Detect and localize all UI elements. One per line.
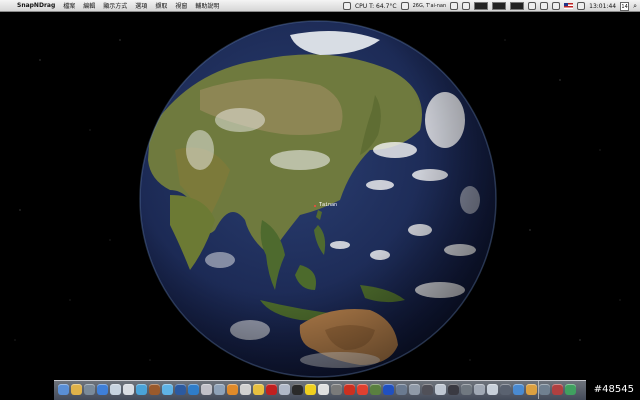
menu-help[interactable]: 輔助說明 bbox=[191, 1, 223, 10]
menu-file[interactable]: 檔案 bbox=[59, 1, 79, 10]
cpu-temp-monitor[interactable]: CPU T: 64.7°C bbox=[355, 3, 397, 10]
menu-bar: SnapNDrag 檔案 編輯 顯示方式 選項 擷取 視窗 輔助說明 CPU T… bbox=[0, 0, 640, 12]
network-graph-icon[interactable] bbox=[492, 2, 507, 10]
dock-app-icon[interactable] bbox=[162, 384, 173, 395]
menu-edit[interactable]: 編輯 bbox=[79, 1, 99, 10]
cpu-temp-value: 64.7°C bbox=[376, 2, 397, 10]
menu-view[interactable]: 顯示方式 bbox=[99, 1, 131, 10]
dock-app-icon[interactable] bbox=[565, 384, 576, 395]
dock-app-icon[interactable] bbox=[266, 384, 277, 395]
dock-app-icon[interactable] bbox=[110, 384, 121, 395]
dock-app-icon[interactable] bbox=[201, 384, 212, 395]
dock-app-icon[interactable] bbox=[409, 384, 420, 395]
dock-app-icon[interactable] bbox=[305, 384, 316, 395]
dock-app-icon[interactable] bbox=[461, 384, 472, 395]
dock-app-icon[interactable] bbox=[435, 384, 446, 395]
cpu-temp-label: CPU T: bbox=[354, 2, 375, 10]
calendar-icon[interactable]: 14 bbox=[620, 1, 630, 11]
dock-app-icon[interactable] bbox=[552, 384, 563, 395]
dock-app-icon[interactable] bbox=[240, 384, 251, 395]
dock-app-icon[interactable] bbox=[318, 384, 329, 395]
script-menu-icon[interactable] bbox=[342, 2, 351, 10]
dock-app-icon[interactable] bbox=[175, 384, 186, 395]
dock-app-icon[interactable] bbox=[123, 384, 134, 395]
dock-app-icon[interactable] bbox=[58, 384, 69, 395]
dock-app-icon[interactable] bbox=[526, 384, 537, 395]
dock-app-icon[interactable] bbox=[448, 384, 459, 395]
dock-app-icon[interactable] bbox=[487, 384, 498, 395]
volume-icon[interactable] bbox=[552, 2, 561, 10]
wifi-icon[interactable] bbox=[540, 2, 549, 10]
dock-app-icon[interactable] bbox=[396, 384, 407, 395]
menu-window[interactable]: 視窗 bbox=[171, 1, 191, 10]
menu-items: SnapNDrag 檔案 編輯 顯示方式 選項 擷取 視窗 輔助說明 bbox=[13, 1, 223, 10]
location-label: Tainan bbox=[319, 202, 338, 208]
dock-app-icon[interactable] bbox=[422, 384, 433, 395]
dock-app-icon[interactable] bbox=[253, 384, 264, 395]
menu-clock[interactable]: 13:01:44 bbox=[589, 3, 616, 10]
dock-app-icon[interactable] bbox=[474, 384, 485, 395]
earth-globe bbox=[139, 20, 497, 378]
dock-app-icon[interactable] bbox=[539, 384, 550, 395]
dock-app-icon[interactable] bbox=[149, 384, 160, 395]
dock-app-icon[interactable] bbox=[227, 384, 238, 395]
menu-extras: CPU T: 64.7°C 26G, T'ai-nan 13:01:44 14 … bbox=[342, 0, 637, 12]
memory-graph-icon[interactable] bbox=[510, 2, 525, 10]
us-flag-input-icon[interactable] bbox=[564, 3, 574, 9]
dock-app-icon[interactable] bbox=[344, 384, 355, 395]
dock-app-icon[interactable] bbox=[383, 384, 394, 395]
dock-app-icon[interactable] bbox=[279, 384, 290, 395]
app-menu[interactable]: SnapNDrag bbox=[13, 2, 59, 9]
menu-capture[interactable]: 擷取 bbox=[151, 1, 171, 10]
dock-app-icon[interactable] bbox=[331, 384, 342, 395]
dock-app-icon[interactable] bbox=[136, 384, 147, 395]
dock-app-icon[interactable] bbox=[188, 384, 199, 395]
bluetooth-icon[interactable] bbox=[528, 2, 537, 10]
dock-app-icon[interactable] bbox=[513, 384, 524, 395]
location-marker bbox=[314, 205, 316, 207]
dock-app-icon[interactable] bbox=[214, 384, 225, 395]
dock-app-icon[interactable] bbox=[357, 384, 368, 395]
dock-app-icon[interactable] bbox=[97, 384, 108, 395]
timemachine-icon[interactable] bbox=[462, 2, 471, 10]
dock-app-icon[interactable] bbox=[71, 384, 82, 395]
dock-app-icon[interactable] bbox=[500, 384, 511, 395]
dock-app-icon[interactable] bbox=[292, 384, 303, 395]
menu-options[interactable]: 選項 bbox=[131, 1, 151, 10]
weather-text[interactable]: 26G, T'ai-nan bbox=[413, 3, 447, 9]
weather-icon[interactable] bbox=[400, 2, 409, 10]
dock-app-icon[interactable] bbox=[370, 384, 381, 395]
sync-icon[interactable] bbox=[450, 2, 459, 10]
dock-app-icon[interactable] bbox=[84, 384, 95, 395]
dock-separator bbox=[538, 381, 539, 399]
watermark-id: #48545 bbox=[593, 384, 634, 395]
spotlight-search-icon[interactable]: ⌕ bbox=[633, 2, 637, 11]
cpu-graph-icon[interactable] bbox=[474, 2, 489, 10]
battery-icon[interactable] bbox=[577, 2, 586, 10]
